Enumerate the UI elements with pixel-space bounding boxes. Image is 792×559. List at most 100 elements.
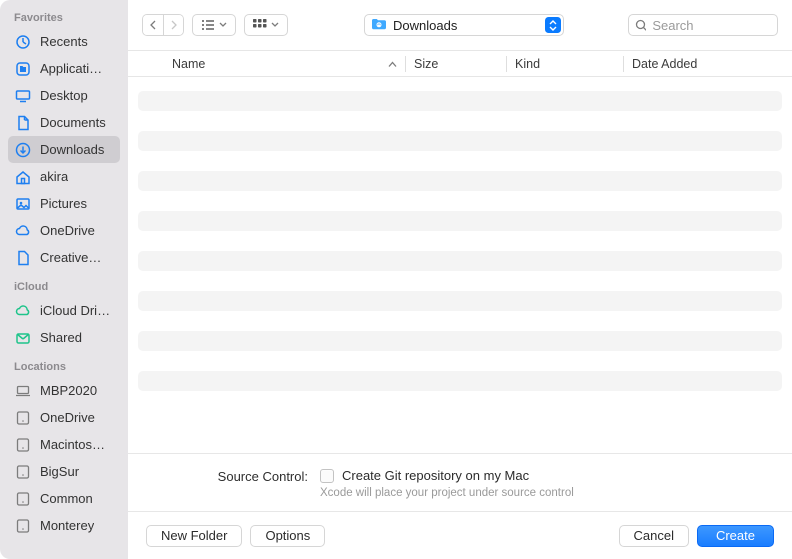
source-control-label: Source Control: — [148, 468, 308, 499]
location-stepper-icon — [545, 17, 561, 33]
sidebar-item-label: Recents — [40, 34, 88, 49]
location-popup[interactable]: Downloads — [364, 14, 564, 36]
sidebar-item-label: MBP2020 — [40, 383, 97, 398]
file-icon — [14, 249, 32, 267]
pictures-icon — [14, 195, 32, 213]
cloud-icon — [14, 222, 32, 240]
options-button[interactable]: Options — [250, 525, 325, 547]
column-date-label: Date Added — [632, 57, 697, 71]
nav-group — [142, 14, 184, 36]
sidebar-item-label: Monterey — [40, 518, 94, 533]
sidebar-item-monterey[interactable]: Monterey — [8, 512, 120, 539]
new-folder-button[interactable]: New Folder — [146, 525, 242, 547]
doc-icon — [14, 114, 32, 132]
view-grid-menu[interactable] — [244, 14, 288, 36]
column-size[interactable]: Size — [414, 57, 506, 71]
sidebar-item-macintosh[interactable]: Macintos… — [8, 431, 120, 458]
column-name[interactable]: Name — [172, 57, 405, 71]
sort-asc-icon — [388, 57, 397, 71]
source-control-note: Xcode will place your project under sour… — [320, 487, 772, 499]
sidebar-item-label: Documents — [40, 115, 106, 130]
location-label: Downloads — [393, 18, 539, 33]
list-item — [138, 171, 782, 191]
sidebar: Favorites Recents Applicati… Desktop Documen… — [0, 0, 128, 559]
main-area: Downloads Name Size Kind — [128, 0, 792, 559]
sidebar-section-title: iCloud — [14, 281, 120, 293]
cancel-label: Cancel — [634, 528, 674, 543]
disk-icon — [14, 409, 32, 427]
download-icon — [14, 141, 32, 159]
list-item — [138, 211, 782, 231]
sidebar-item-pictures[interactable]: Pictures — [8, 190, 120, 217]
git-checkbox[interactable] — [320, 469, 334, 483]
sidebar-item-shared[interactable]: Shared — [8, 324, 120, 351]
column-size-label: Size — [414, 57, 438, 71]
back-button[interactable] — [143, 15, 163, 35]
disk-icon — [14, 517, 32, 535]
sidebar-item-akira[interactable]: akira — [8, 163, 120, 190]
sidebar-item-documents[interactable]: Documents — [8, 109, 120, 136]
list-item — [138, 371, 782, 391]
column-kind[interactable]: Kind — [515, 57, 623, 71]
column-kind-label: Kind — [515, 57, 540, 71]
list-icon — [201, 19, 215, 31]
home-icon — [14, 168, 32, 186]
sidebar-item-bigsur[interactable]: BigSur — [8, 458, 120, 485]
disk-icon — [14, 490, 32, 508]
divider — [506, 56, 507, 72]
column-headers: Name Size Kind Date Added — [128, 50, 792, 77]
search-field[interactable] — [628, 14, 778, 36]
sidebar-item-applications[interactable]: Applicati… — [8, 55, 120, 82]
sidebar-item-label: OneDrive — [40, 223, 95, 238]
chevron-down-icon — [219, 22, 227, 28]
column-date-added[interactable]: Date Added — [632, 57, 792, 71]
sidebar-item-onedrive[interactable]: OneDrive — [8, 217, 120, 244]
disk-icon — [14, 463, 32, 481]
grid-icon — [253, 19, 267, 31]
footer: New Folder Options Cancel Create — [128, 511, 792, 559]
save-panel: Favorites Recents Applicati… Desktop Documen… — [0, 0, 792, 559]
column-name-label: Name — [172, 57, 205, 71]
sidebar-item-icloud[interactable]: iCloud Dri… — [8, 297, 120, 324]
chevron-right-icon — [169, 20, 178, 30]
sidebar-item-recents[interactable]: Recents — [8, 28, 120, 55]
sidebar-item-desktop[interactable]: Desktop — [8, 82, 120, 109]
sidebar-item-onedrive-loc[interactable]: OneDrive — [8, 404, 120, 431]
sidebar-item-label: Pictures — [40, 196, 87, 211]
sidebar-item-label: OneDrive — [40, 410, 95, 425]
options-label: Options — [265, 528, 310, 543]
sidebar-item-label: Common — [40, 491, 93, 506]
sidebar-item-label: Downloads — [40, 142, 104, 157]
list-item — [138, 131, 782, 151]
source-control-panel: Source Control: Create Git repository on… — [128, 453, 792, 511]
sidebar-item-label: Desktop — [40, 88, 88, 103]
sidebar-item-common[interactable]: Common — [8, 485, 120, 512]
disk-icon — [14, 436, 32, 454]
view-list-menu[interactable] — [192, 14, 236, 36]
sidebar-item-label: iCloud Dri… — [40, 303, 110, 318]
divider — [623, 56, 624, 72]
search-icon — [635, 19, 646, 32]
create-button[interactable]: Create — [697, 525, 774, 547]
toolbar: Downloads — [128, 0, 792, 50]
sidebar-item-downloads[interactable]: Downloads — [8, 136, 120, 163]
sidebar-item-creative[interactable]: Creative… — [8, 244, 120, 271]
sidebar-section-title: Favorites — [14, 12, 120, 24]
sidebar-item-label: Shared — [40, 330, 82, 345]
chevron-down-icon — [271, 22, 279, 28]
list-item — [138, 291, 782, 311]
cancel-button[interactable]: Cancel — [619, 525, 689, 547]
sidebar-item-label: akira — [40, 169, 68, 184]
forward-button[interactable] — [163, 15, 183, 35]
list-item — [138, 331, 782, 351]
app-icon — [14, 60, 32, 78]
create-label: Create — [716, 528, 755, 543]
new-folder-label: New Folder — [161, 528, 227, 543]
sidebar-section-title: Locations — [14, 361, 120, 373]
search-input[interactable] — [652, 18, 771, 33]
sidebar-item-mbp2020[interactable]: MBP2020 — [8, 377, 120, 404]
sidebar-item-label: Creative… — [40, 250, 101, 265]
sidebar-item-label: Macintos… — [40, 437, 105, 452]
laptop-icon — [14, 382, 32, 400]
sidebar-item-label: BigSur — [40, 464, 79, 479]
